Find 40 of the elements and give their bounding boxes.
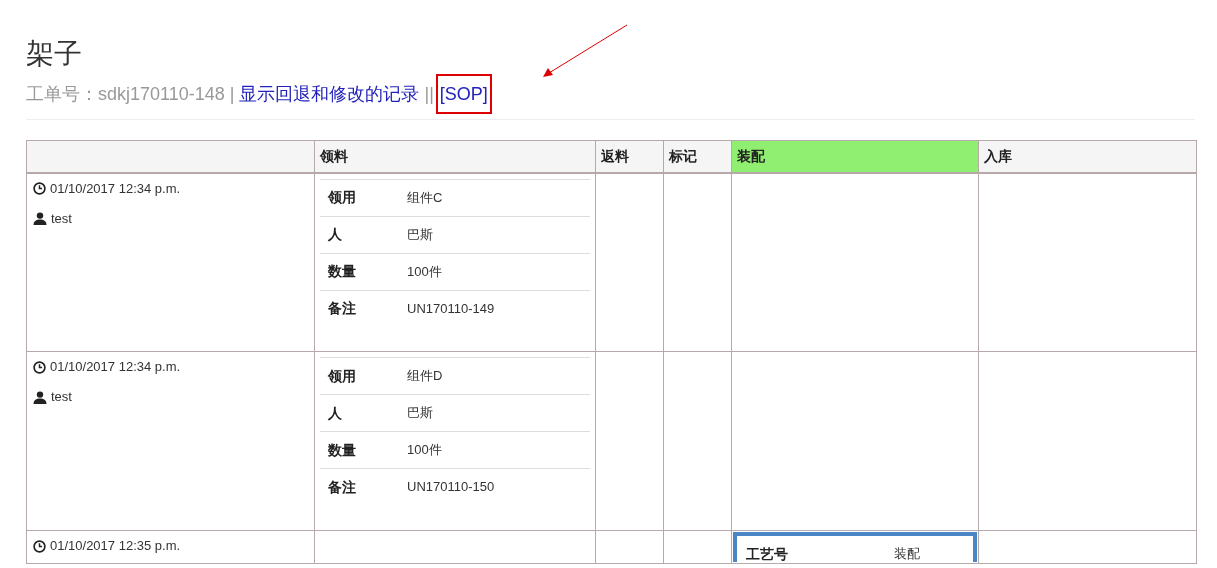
field-label: 数量 [328, 440, 357, 460]
field-value: 100件 [407, 262, 442, 281]
order-label: 工单号： [26, 83, 98, 106]
timestamp: 01/10/2017 12:34 p.m. [50, 358, 181, 377]
field-label: 领用 [328, 188, 357, 207]
field-label: 人 [328, 403, 343, 423]
field-label: 领用 [328, 366, 357, 386]
field-value: 巴斯 [407, 225, 433, 244]
field-value: 组件D [407, 367, 443, 386]
field-label: 工艺号 [746, 544, 789, 564]
history-link[interactable]: 显示回退和修改的记录 [239, 82, 420, 106]
order-number: sdkj170110-148 [98, 83, 225, 106]
username: test [51, 209, 72, 228]
timestamp: 01/10/2017 12:34 p.m. [50, 179, 181, 198]
column-header: 标记 [663, 140, 732, 173]
field-label: 备注 [328, 299, 357, 318]
user-icon [33, 390, 47, 404]
field-value: 组件C [407, 188, 443, 207]
field-value: 100件 [407, 441, 442, 460]
field-value: UN170110-150 [407, 478, 495, 497]
username: test [51, 388, 72, 407]
separator: | [229, 83, 235, 106]
column-header: 入库 [978, 140, 1197, 173]
sop-link[interactable]: [SOP] [435, 74, 492, 114]
timestamp: 01/10/2017 12:35 p.m. [50, 537, 181, 556]
user-icon [33, 212, 47, 225]
field-label: 人 [328, 225, 343, 244]
field-value: 巴斯 [407, 404, 433, 423]
field-value: 装配 [894, 545, 920, 564]
separator: || [424, 83, 434, 106]
page-title: 架子 [26, 37, 82, 71]
field-label: 数量 [328, 262, 357, 281]
column-header: 返料 [595, 140, 664, 173]
clock-icon [33, 539, 46, 553]
field-label: 备注 [328, 477, 357, 497]
column-header: 装配 [731, 140, 979, 173]
column-header: 领料 [314, 140, 596, 173]
clock-icon [33, 182, 46, 195]
clock-icon [33, 360, 46, 374]
field-value: UN170110-149 [407, 299, 495, 318]
